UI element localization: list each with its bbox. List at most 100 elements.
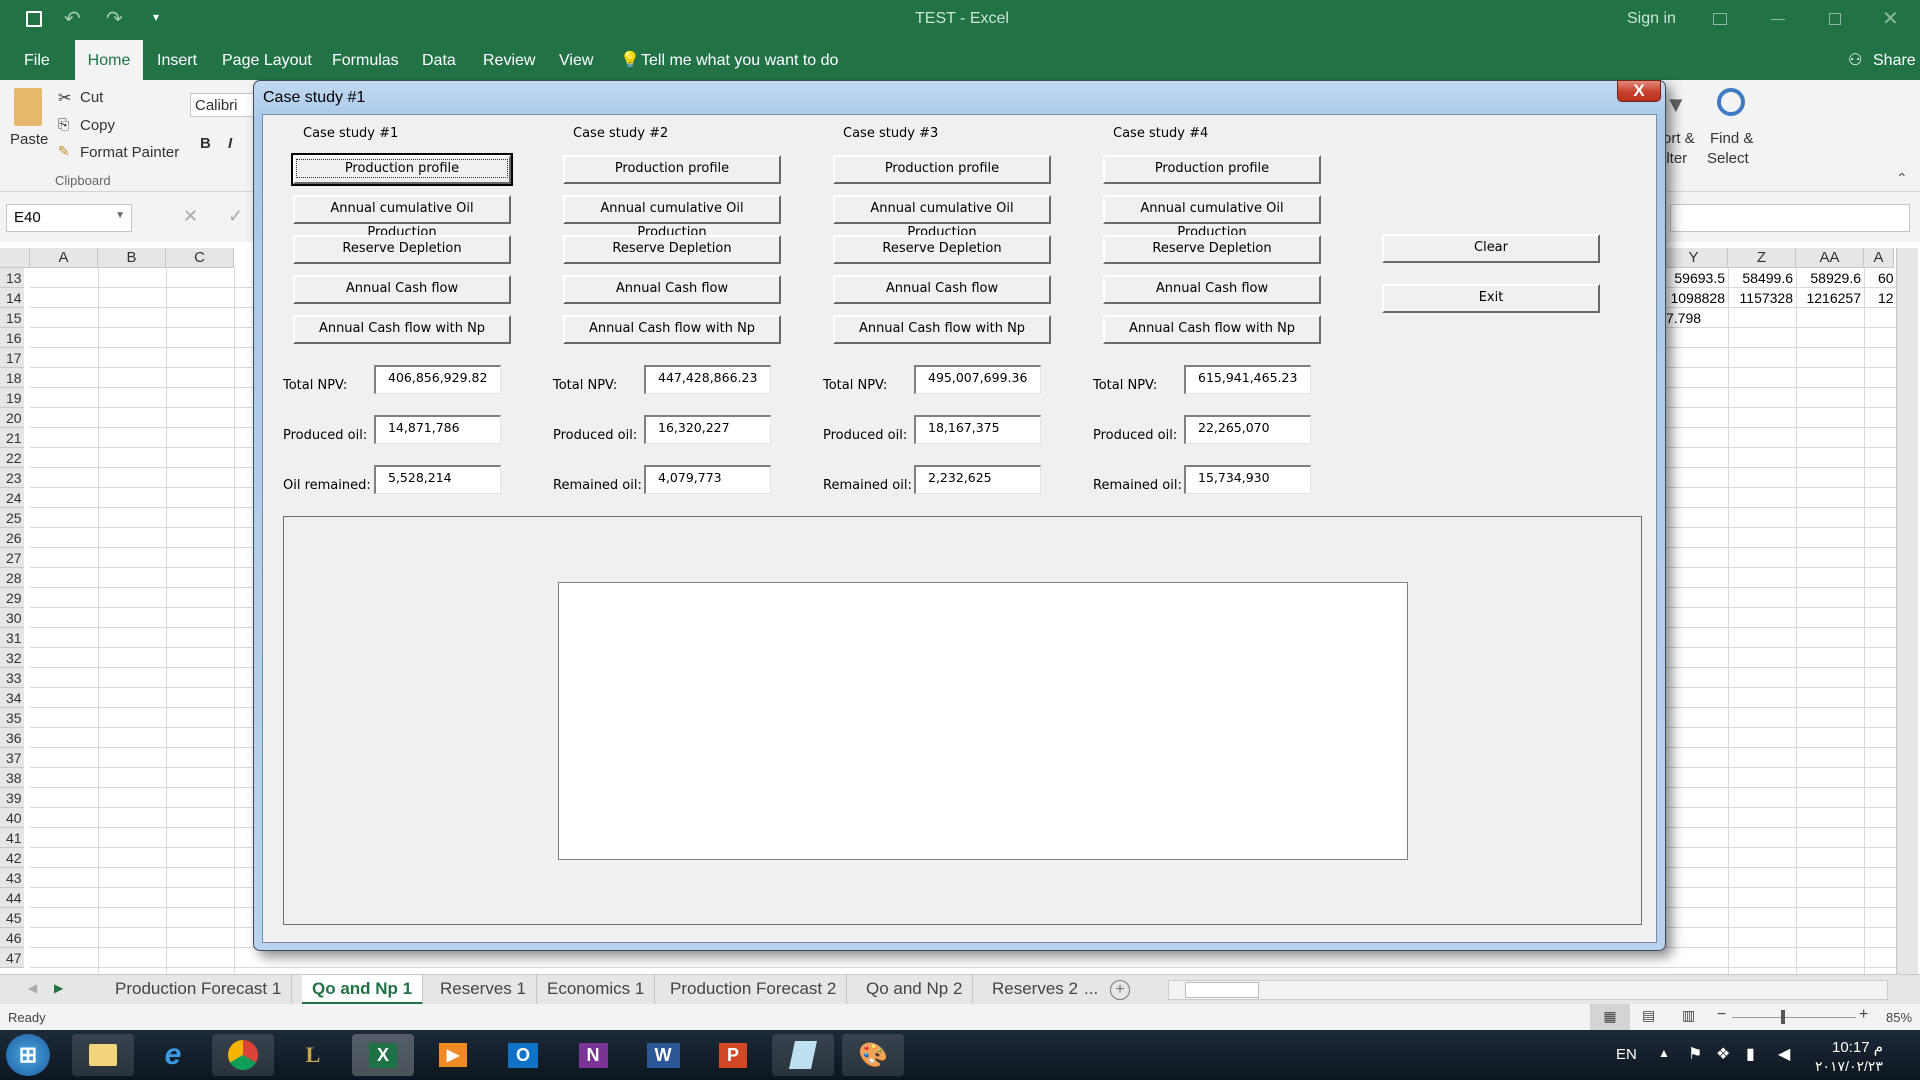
row-header-33[interactable]: 33 [0,668,24,688]
sheet-next-icon[interactable]: ▶ [54,981,63,995]
name-box[interactable]: E40 ▼ [6,204,132,232]
bold-button[interactable]: B [200,135,211,152]
row-header-19[interactable]: 19 [0,388,24,408]
minimize-icon[interactable] [1771,19,1785,20]
row-header-47[interactable]: 47 [0,948,24,968]
column-header-c[interactable]: C [166,248,234,268]
zoom-level[interactable]: 85% [1886,1010,1912,1025]
action-center-icon[interactable]: ⚑ [1688,1044,1702,1064]
row-header-42[interactable]: 42 [0,848,24,868]
start-button[interactable]: ⊞ [6,1034,50,1076]
case4-annual-cash-flow-button[interactable]: Annual Cash flow [1103,275,1321,304]
media-player-icon[interactable]: ▶ [422,1034,484,1076]
case3-total-npv-field[interactable]: 495,007,699.36 [914,365,1041,394]
column-header-b[interactable]: B [98,248,166,268]
league-of-legends-icon[interactable]: L [282,1034,344,1076]
row-header-30[interactable]: 30 [0,608,24,628]
row-header-28[interactable]: 28 [0,568,24,588]
clear-button[interactable]: Clear [1382,234,1600,263]
case2-total-npv-field[interactable]: 447,428,866.23 [644,365,771,394]
tab-file[interactable]: File [24,40,50,80]
row-header-21[interactable]: 21 [0,428,24,448]
maximize-icon[interactable] [1829,13,1841,25]
row-header-15[interactable]: 15 [0,308,24,328]
case2-annual-cash-flow-button[interactable]: Annual Cash flow [563,275,781,304]
case1-total-npv-field[interactable]: 406,856,929.82 [374,365,501,394]
tab-insert[interactable]: Insert [157,40,197,80]
row-header-34[interactable]: 34 [0,688,24,708]
customize-icon[interactable]: ▾ [153,10,159,24]
cut-button[interactable]: Cut [80,89,103,106]
tab-home[interactable]: Home [75,40,143,80]
row-header-36[interactable]: 36 [0,728,24,748]
volume-icon[interactable]: ◀ [1778,1044,1790,1064]
vertical-scrollbar[interactable] [1896,248,1918,974]
exit-button[interactable]: Exit [1382,284,1600,313]
select-all[interactable] [0,248,30,268]
case2-reserve-depletion-button[interactable]: Reserve Depletion [563,235,781,264]
cell-ab13[interactable]: 60 [1864,268,1894,288]
tab-page-layout[interactable]: Page Layout [222,40,312,80]
sheet-prev-icon[interactable]: ◀ [28,981,37,995]
tab-formulas[interactable]: Formulas [332,40,399,80]
italic-button[interactable]: I [228,135,232,152]
cell-y13[interactable]: 59693.5 [1660,268,1725,288]
confirm-formula-icon[interactable]: ✓ [228,206,243,227]
case4-produced-oil-field[interactable]: 22,265,070 [1184,415,1311,444]
row-header-26[interactable]: 26 [0,528,24,548]
case3-remained-oil-field[interactable]: 2,232,625 [914,465,1041,494]
find-icon[interactable] [1717,88,1745,116]
cell-y14[interactable]: 1098828 [1660,288,1725,308]
notepad-icon[interactable] [772,1034,834,1076]
redo-icon[interactable]: ↷ [106,6,123,31]
outlook-icon[interactable]: O [492,1034,554,1076]
dropbox-icon[interactable]: ❖ [1716,1044,1730,1064]
chrome-icon[interactable] [212,1034,274,1076]
case3-reserve-depletion-button[interactable]: Reserve Depletion [833,235,1051,264]
zoom-slider[interactable] [1732,1010,1856,1024]
tell-me-input[interactable]: Tell me what you want to do [641,40,838,80]
ribbon-display-icon[interactable] [1713,13,1727,25]
case3-production-profile-button[interactable]: Production profile [833,155,1051,184]
copy-button[interactable]: Copy [80,117,115,134]
case3-annual-cumulative-oil-button[interactable]: Annual cumulative Oil Production [833,195,1051,240]
row-header-27[interactable]: 27 [0,548,24,568]
excel-taskbar-icon[interactable]: X [352,1034,414,1076]
row-header-37[interactable]: 37 [0,748,24,768]
case3-annual-cash-flow-np-button[interactable]: Annual Cash flow with Np [833,315,1051,344]
row-header-22[interactable]: 22 [0,448,24,468]
column-header-a[interactable]: A [30,248,98,268]
case4-total-npv-field[interactable]: 615,941,465.23 [1184,365,1311,394]
cell-aa14[interactable]: 1216257 [1796,288,1861,308]
row-header-14[interactable]: 14 [0,288,24,308]
case1-annual-cash-flow-np-button[interactable]: Annual Cash flow with Np [293,315,511,344]
row-header-24[interactable]: 24 [0,488,24,508]
row-header-20[interactable]: 20 [0,408,24,428]
sort-filter-label-2[interactable]: ilter [1663,150,1687,167]
tab-review[interactable]: Review [483,40,535,80]
row-header-44[interactable]: 44 [0,888,24,908]
case4-remained-oil-field[interactable]: 15,734,930 [1184,465,1311,494]
sheet-tab-production-forecast-1[interactable]: Production Forecast 1 [105,975,293,1005]
case3-annual-cash-flow-button[interactable]: Annual Cash flow [833,275,1051,304]
case1-annual-cash-flow-button[interactable]: Annual Cash flow [293,275,511,304]
row-header-29[interactable]: 29 [0,588,24,608]
internet-explorer-icon[interactable]: e [142,1034,204,1076]
row-header-38[interactable]: 38 [0,768,24,788]
sort-filter-label[interactable]: ort & [1663,130,1695,147]
case2-remained-oil-field[interactable]: 4,079,773 [644,465,771,494]
case2-annual-cumulative-oil-button[interactable]: Annual cumulative Oil Production [563,195,781,240]
word-icon[interactable]: W [632,1034,694,1076]
sort-filter-icon[interactable]: ▼ [1665,92,1687,118]
case1-produced-oil-field[interactable]: 14,871,786 [374,415,501,444]
cell-x15[interactable]: 7.798 [1666,308,1701,328]
format-painter-button[interactable]: Format Painter [80,144,179,161]
cell-z13[interactable]: 58499.6 [1728,268,1793,288]
file-explorer-icon[interactable] [72,1034,134,1076]
sign-in-link[interactable]: Sign in [1627,10,1676,28]
clock-date[interactable]: ٢٠١٧/٠٢/٢٣ [1815,1058,1883,1075]
new-sheet-icon[interactable]: + [1110,980,1130,1000]
column-header-ab[interactable]: A [1864,248,1894,268]
more-sheets[interactable]: ... [1084,979,1098,999]
row-header-45[interactable]: 45 [0,908,24,928]
